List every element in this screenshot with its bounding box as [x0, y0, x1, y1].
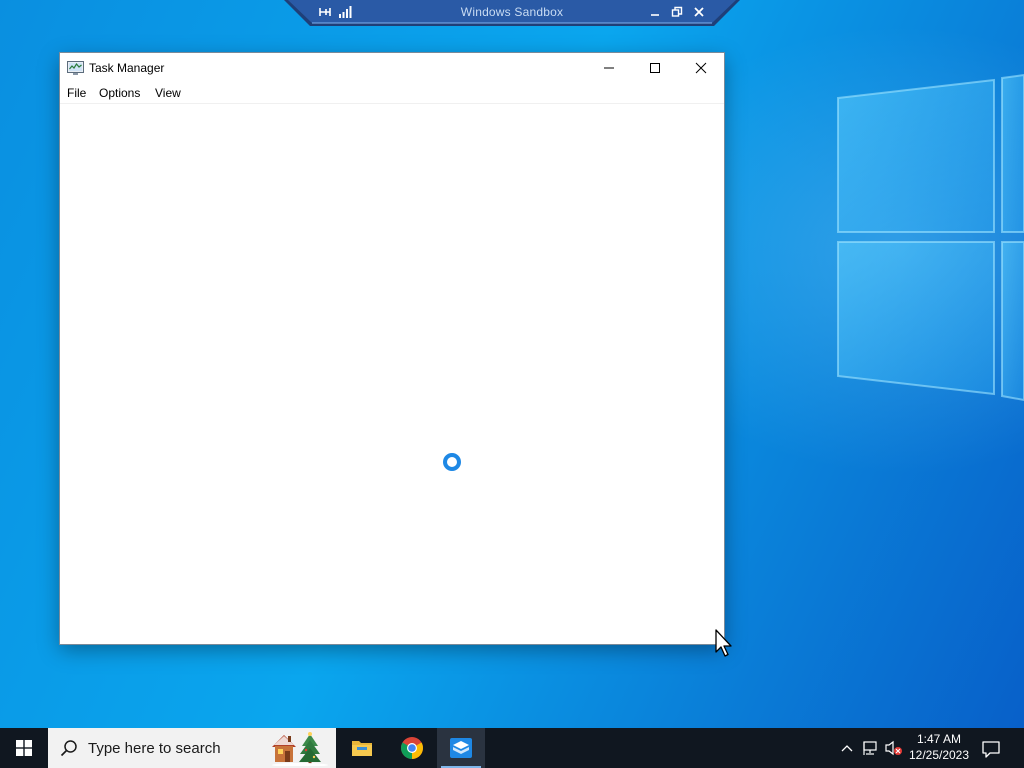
- mouse-cursor-icon: [714, 628, 738, 658]
- restore-icon[interactable]: [670, 5, 684, 19]
- menu-options[interactable]: Options: [99, 86, 140, 100]
- start-button[interactable]: [0, 728, 48, 768]
- menu-file[interactable]: File: [67, 86, 86, 100]
- chevron-up-icon[interactable]: [839, 740, 855, 756]
- windows-logo-wallpaper: [828, 72, 1024, 402]
- clock-time: 1:47 AM: [916, 732, 962, 746]
- window-title: Task Manager: [89, 61, 165, 75]
- task-manager-window: Task Manager File Options View: [60, 53, 724, 644]
- taskbar-clock[interactable]: 1:47 AM 12/25/2023: [904, 731, 974, 763]
- search-placeholder: Type here to search: [88, 740, 221, 757]
- close-icon[interactable]: [692, 5, 706, 19]
- maximize-icon: [650, 63, 660, 73]
- clock-date: 12/25/2023: [908, 748, 970, 762]
- chrome-icon: [401, 737, 423, 759]
- notification-center-icon[interactable]: [980, 738, 1002, 760]
- close-icon: [695, 62, 707, 74]
- volume-muted-icon[interactable]: [885, 740, 902, 756]
- task-manager-app-icon: [67, 60, 85, 76]
- windows-start-icon: [16, 740, 32, 756]
- minimize-button[interactable]: [586, 53, 632, 83]
- loading-spinner: [442, 452, 462, 472]
- maximize-button[interactable]: [632, 53, 678, 83]
- search-icon: [60, 739, 78, 757]
- minimize-icon: [604, 67, 614, 69]
- taskbar: Type here to search 1:47 AM 12/25/2023: [0, 728, 1024, 768]
- taskbar-chrome[interactable]: [388, 728, 436, 768]
- windows-sandbox-icon: [450, 738, 472, 758]
- menu-bar: File Options View: [60, 83, 724, 104]
- close-button[interactable]: [678, 53, 724, 83]
- title-bar[interactable]: Task Manager: [60, 53, 724, 83]
- taskbar-windows-sandbox[interactable]: [437, 728, 485, 768]
- minimize-icon[interactable]: [648, 5, 662, 19]
- taskbar-file-explorer[interactable]: [338, 728, 386, 768]
- sandbox-connection-bar: Windows Sandbox: [284, 0, 740, 26]
- file-explorer-icon: [352, 741, 372, 756]
- desktop: Windows Sandbox Task Manager File Option…: [0, 0, 1024, 768]
- taskbar-search-box[interactable]: Type here to search: [48, 728, 336, 768]
- network-icon[interactable]: [862, 740, 878, 756]
- menu-view[interactable]: View: [155, 86, 181, 100]
- search-highlight-holiday-icon: [270, 730, 330, 767]
